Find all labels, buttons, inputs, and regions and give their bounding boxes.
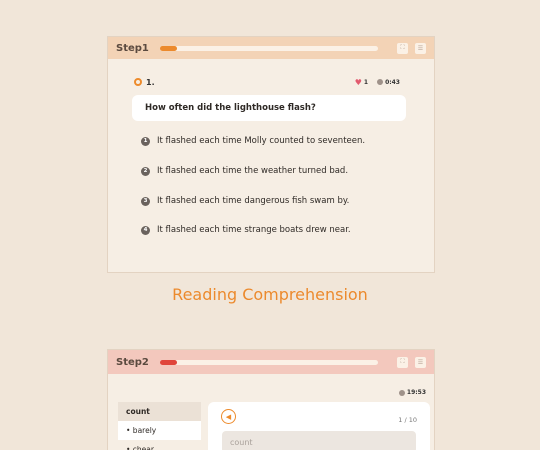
question-box: How often did the lighthouse flash?	[132, 95, 406, 121]
timer-text: 0:43	[385, 78, 400, 86]
step1-header: Step1 ⛶ ☰	[108, 37, 434, 59]
answer-option-1[interactable]: 1 It flashed each time Molly counted to …	[141, 136, 365, 146]
word-panel: ◀ 1 / 10 count	[208, 402, 430, 450]
question-marker-icon	[134, 78, 142, 86]
step1-title: Step1	[116, 42, 149, 54]
fullscreen-icon[interactable]: ⛶	[397, 42, 408, 54]
step1-progress-bar	[160, 45, 378, 51]
option-number-badge: 3	[141, 196, 150, 206]
lives-count: 1	[363, 78, 369, 86]
question-text: How often did the lighthouse flash?	[145, 103, 316, 113]
option-text: It flashed each time the weather turned …	[157, 166, 349, 176]
step2-header: Step2 ⛶ ☰	[108, 350, 434, 374]
step2-timer: 19:53	[390, 389, 426, 396]
step2-card: Step2 ⛶ ☰ 19:53 count • barely • chear ◀…	[107, 349, 435, 450]
section-title: Reading Comprehension	[172, 285, 368, 304]
word-list-item[interactable]: • chear	[118, 440, 201, 450]
fullscreen-icon[interactable]: ⛶	[397, 356, 408, 368]
answer-option-4[interactable]: 4 It flashed each time strange boats dre…	[141, 225, 351, 235]
timer-text: 19:53	[406, 389, 426, 396]
option-number-badge: 4	[141, 225, 150, 235]
word-list-header: count	[118, 402, 201, 421]
step2-title: Step2	[116, 356, 149, 368]
word-list-item[interactable]: • barely	[118, 421, 201, 440]
option-text: It flashed each time dangerous fish swam…	[157, 196, 350, 206]
step2-progress-bar	[160, 359, 378, 365]
option-text: It flashed each time Molly counted to se…	[157, 136, 366, 146]
menu-icon[interactable]: ☰	[415, 42, 426, 54]
answer-option-3[interactable]: 3 It flashed each time dangerous fish sw…	[141, 196, 349, 206]
question-number: 1.	[146, 77, 155, 87]
heart-icon: ♥	[354, 77, 362, 87]
speaker-icon[interactable]: ◀	[221, 409, 236, 424]
timer-icon	[398, 389, 405, 396]
answer-input[interactable]: count	[222, 431, 416, 450]
step1-progress-fill	[160, 45, 178, 51]
step1-card: Step1 ⛶ ☰ 1. ♥ 1 0:43 How often did the …	[107, 36, 435, 273]
timer-icon	[377, 79, 384, 85]
step2-progress-fill	[160, 359, 178, 365]
answer-option-2[interactable]: 2 It flashed each time the weather turne…	[141, 166, 348, 176]
question-meta-row: 1. ♥ 1 0:43	[134, 76, 400, 88]
menu-icon[interactable]: ☰	[415, 356, 426, 368]
option-number-badge: 1	[141, 136, 150, 146]
option-number-badge: 2	[141, 166, 150, 176]
word-list-sidebar: count • barely • chear	[118, 402, 201, 450]
option-text: It flashed each time strange boats drew …	[157, 225, 351, 235]
page-counter: 1 / 10	[398, 416, 417, 424]
